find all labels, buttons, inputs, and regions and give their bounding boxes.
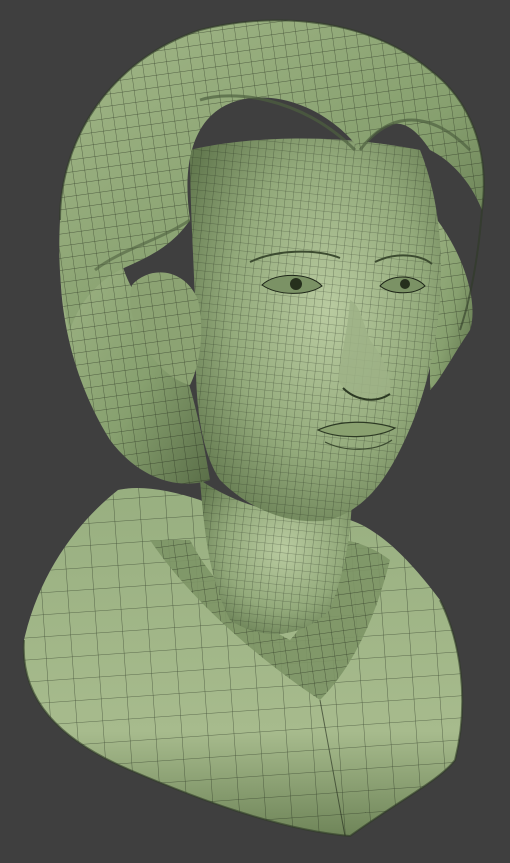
- 3d-viewport[interactable]: [0, 0, 510, 863]
- face-mesh: [190, 138, 441, 522]
- bust-model-render: [22, 19, 485, 838]
